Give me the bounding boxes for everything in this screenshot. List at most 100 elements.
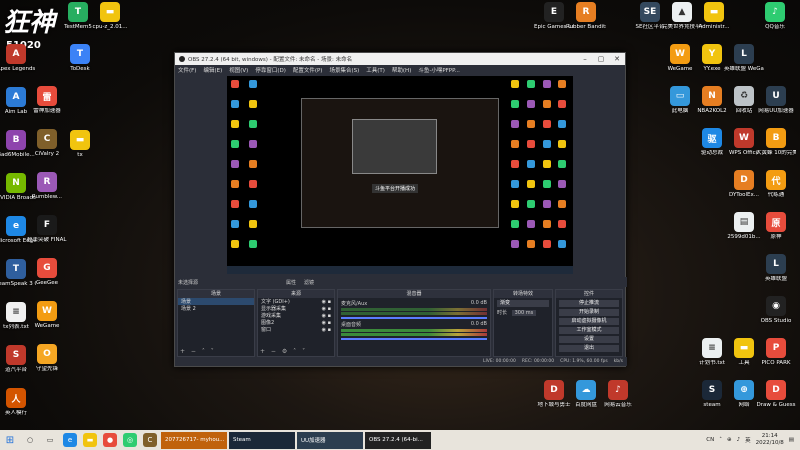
desktop-icon[interactable]: L 英雄联盟: [756, 254, 796, 283]
control-button[interactable]: 启动虚拟摄像机: [559, 318, 619, 325]
source-item[interactable]: 文字 (GDI+) ◉ ▪: [258, 298, 334, 305]
network-icon[interactable]: ⊕: [727, 437, 732, 443]
taskbar: ⊞ ○ ▭ e ▬ ● ◎ C 207726717- myhou... Steam…: [0, 430, 800, 450]
desktop-icon[interactable]: U 网易UU加速器: [756, 86, 796, 115]
search-icon[interactable]: ○: [23, 433, 37, 447]
app-icon: T: [6, 259, 26, 279]
menu-item[interactable]: 帮助(H): [392, 66, 411, 74]
tray-ime[interactable]: 英: [745, 436, 751, 444]
source-item[interactable]: 游戏采集 ◉ ▪: [258, 312, 334, 319]
taskbar-app-button[interactable]: UU加速器: [297, 431, 363, 449]
visibility-lock-icon[interactable]: ◉ ▪: [322, 313, 331, 319]
desktop-icon[interactable]: ♪ QQ音乐: [755, 2, 795, 31]
menu-item[interactable]: 编辑(E): [203, 66, 222, 74]
properties-button[interactable]: 属性: [286, 279, 296, 286]
desktop-icon[interactable]: ♪ 网易云音乐: [598, 380, 638, 409]
scene-item[interactable]: 场景: [178, 298, 254, 305]
scene-item[interactable]: 场景 2: [178, 305, 254, 312]
desktop-icon[interactable]: ◉ OBS Studio: [756, 296, 796, 325]
obs-titlebar[interactable]: OBS 27.2.4 (64 bit, windows) - 配置文件: 未命名…: [175, 53, 625, 65]
desktop-icon[interactable]: T ToDesk: [60, 44, 100, 73]
transition-type-select[interactable]: 渐变: [497, 300, 549, 307]
mixer-channel-desktop[interactable]: 桌面音频 0.0 dB: [341, 321, 487, 340]
obs-title: OBS 27.2.4 (64 bit, windows) - 配置文件: 未命名…: [188, 57, 353, 63]
menu-item[interactable]: 文件(F): [178, 66, 196, 74]
wechat-icon[interactable]: ◎: [123, 433, 137, 447]
minimize-icon[interactable]: –: [577, 55, 593, 63]
desktop-icon[interactable]: 雷雷神加速器: [27, 86, 67, 115]
tray-lang[interactable]: CN: [706, 437, 714, 443]
desktop-icon[interactable]: R Rumblew...: [27, 172, 67, 201]
desktop-icon[interactable]: ▬ tx: [60, 130, 100, 159]
close-icon[interactable]: ✕: [609, 55, 625, 63]
desktop-icon[interactable]: W WeGame: [27, 301, 67, 330]
menu-item[interactable]: 斗鱼-小嘿PFPP...: [418, 66, 460, 74]
source-item[interactable]: 图像2 ◉ ▪: [258, 319, 334, 326]
app-icon: SE: [640, 2, 660, 22]
desktop-icon[interactable]: P PICO PARK: [756, 338, 796, 367]
visibility-lock-icon[interactable]: ◉ ▪: [322, 327, 331, 333]
task-view-icon[interactable]: ▭: [43, 433, 57, 447]
control-button[interactable]: 开始录制: [559, 309, 619, 316]
control-button[interactable]: 设置: [559, 336, 619, 343]
desktop-icon[interactable]: ▬ cpu-z_2.01...: [90, 2, 130, 31]
desktop-icon[interactable]: O 守望先锋: [27, 344, 67, 373]
desktop-icon[interactable]: F 超击突破 FINAL BETA: [27, 215, 67, 244]
desktop-icon[interactable]: D Draw & Guess: [756, 380, 796, 409]
scenes-header: 场景: [178, 290, 254, 298]
desktop-icon[interactable]: 原原神: [756, 212, 796, 241]
taskbar-app-button[interactable]: Steam: [229, 431, 295, 449]
explorer-icon[interactable]: ▬: [83, 433, 97, 447]
desktop-icon[interactable]: L 英雄联盟 WeGame版: [724, 44, 764, 73]
source-item[interactable]: 显示器采集 ◉ ▪: [258, 305, 334, 312]
desktop-icon[interactable]: A Apex Legends: [0, 44, 36, 73]
source-item[interactable]: 窗口 ◉ ▪: [258, 326, 334, 333]
tray-chevron-icon[interactable]: ˄: [719, 437, 722, 443]
taskbar-app-button[interactable]: 207726717- myhou...: [161, 431, 227, 449]
game-icon[interactable]: C: [143, 433, 157, 447]
source-label: 图像2: [261, 320, 275, 326]
menu-item[interactable]: 停靠窗口(D): [255, 66, 286, 74]
control-button[interactable]: 工作室模式: [559, 327, 619, 334]
app-icon: 代: [766, 170, 786, 190]
menu-item[interactable]: 工具(T): [366, 66, 385, 74]
mic-volume-slider[interactable]: [341, 317, 487, 319]
notification-icon[interactable]: ▤: [789, 437, 794, 443]
volume-icon[interactable]: ♪: [737, 437, 741, 443]
chrome-icon[interactable]: ●: [103, 433, 117, 447]
menu-item[interactable]: 视图(V): [229, 66, 248, 74]
desktop-icon-label: cpu-z_2.01...: [92, 24, 128, 30]
sources-footer-controls[interactable]: + − ⚙ ˄ ˅: [260, 348, 307, 355]
obs-window[interactable]: OBS 27.2.4 (64 bit, windows) - 配置文件: 未命名…: [174, 52, 627, 367]
desktop-icon[interactable]: ▬ Administr...: [694, 2, 734, 31]
app-icon: 驱: [702, 128, 722, 148]
visibility-lock-icon[interactable]: ◉ ▪: [322, 306, 331, 312]
maximize-icon[interactable]: ▢: [593, 55, 609, 63]
preview-desktop-icon: [542, 200, 551, 208]
control-button[interactable]: 停止推流: [559, 300, 619, 307]
desktop-icon[interactable]: 人英人模行: [0, 388, 36, 417]
desktop-icon[interactable]: G GeeGee: [27, 258, 67, 287]
control-button[interactable]: 退出: [559, 345, 619, 352]
desktop-icon[interactable]: 代代练通: [756, 170, 796, 199]
edge-icon[interactable]: e: [63, 433, 77, 447]
windows-start-icon[interactable]: ⊞: [3, 433, 17, 447]
mixer-channel-mic[interactable]: 麦克风/Aux 0.0 dB: [341, 300, 487, 319]
desktop-icon[interactable]: B 大黄蜂 10的完美...: [756, 128, 796, 157]
duration-input[interactable]: 300 ms: [511, 310, 537, 316]
mixer-dock: 混音器 麦克风/Aux 0.0 dB 桌面音频 0.0 dB: [337, 289, 491, 357]
preview-desktop-icon: [511, 220, 520, 228]
taskbar-app-button[interactable]: OBS 27.2.4 (64-bi...: [365, 431, 431, 449]
filters-button[interactable]: 滤镜: [304, 279, 314, 286]
visibility-lock-icon[interactable]: ◉ ▪: [322, 320, 331, 326]
clock[interactable]: 21:14 2022/10/8: [756, 433, 784, 447]
menu-item[interactable]: 场景集合(S): [329, 66, 359, 74]
obs-preview[interactable]: 斗鱼平台开播成功: [227, 76, 573, 274]
cpu-usage: CPU: 1.9%, 60.00 fps: [560, 359, 608, 364]
app-icon: 雷: [37, 86, 57, 106]
menu-item[interactable]: 配置文件(P): [293, 66, 323, 74]
visibility-lock-icon[interactable]: ◉ ▪: [322, 299, 331, 305]
scenes-footer-controls[interactable]: + − ˄ ˅: [180, 348, 216, 355]
desktop-icon[interactable]: R Rubber Bandits...: [566, 2, 606, 31]
desktop-volume-slider[interactable]: [341, 338, 487, 340]
